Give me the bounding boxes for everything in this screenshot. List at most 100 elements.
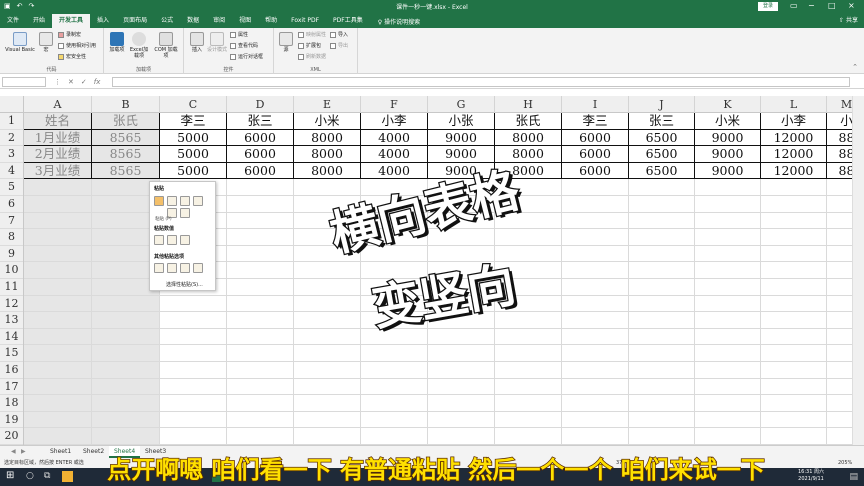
cell-j3[interactable]: 6500 [629,146,695,163]
cell-a14[interactable] [24,328,92,346]
cell-b12[interactable] [92,295,160,313]
column-header-b[interactable]: B [92,96,160,113]
cell-c19[interactable] [160,411,227,429]
cell-j13[interactable] [629,312,695,329]
cell-d1[interactable]: 张三 [227,113,294,130]
name-box[interactable] [2,77,46,87]
cell-k11[interactable] [695,278,761,296]
row-header-8[interactable]: 8 [0,229,23,246]
cell-h16[interactable] [495,361,562,379]
column-header-g[interactable]: G [428,96,495,113]
formula-input[interactable] [112,77,850,87]
cell-c2[interactable]: 5000 [160,129,227,147]
cancel-icon[interactable]: ✕ [68,76,74,88]
cell-c12[interactable] [160,295,227,313]
cell-e18[interactable] [294,395,361,412]
task-view-icon[interactable]: ⧉ [44,471,50,481]
cell-m4[interactable]: 88 [827,163,852,180]
cell-d12[interactable] [227,295,294,313]
row-header-19[interactable]: 19 [0,412,23,429]
cell-l3[interactable]: 12000 [761,146,827,163]
cell-g15[interactable] [428,345,495,362]
cell-a11[interactable] [24,278,92,296]
column-header-i[interactable]: I [562,96,629,113]
cell-l11[interactable] [761,278,827,296]
keep-source-formatting-icon[interactable] [193,196,203,206]
row-header-2[interactable]: 2 [0,130,23,147]
cell-d11[interactable] [227,278,294,296]
cell-g14[interactable] [428,328,495,346]
cell-m19[interactable] [827,412,852,429]
cell-i1[interactable]: 李三 [562,113,629,130]
row-header-10[interactable]: 10 [0,262,23,279]
column-header-e[interactable]: E [294,96,361,113]
cell-j9[interactable] [629,245,695,263]
cell-a9[interactable] [24,245,92,263]
cell-b2[interactable]: 8565 [92,129,160,147]
next-sheet-icon[interactable]: ▶ [16,446,31,458]
cell-m12[interactable] [827,296,852,313]
tell-me-search[interactable]: ♀ 操作说明搜索 [370,17,428,26]
cell-d17[interactable] [227,378,294,396]
cell-a6[interactable] [24,195,92,213]
cell-k7[interactable] [695,212,761,230]
visual-basic-button[interactable]: Visual Basic [4,32,36,53]
cell-k12[interactable] [695,295,761,313]
map-properties-button[interactable]: 映射属性 [298,31,326,38]
cell-f19[interactable] [361,411,428,429]
import-button[interactable]: 导入 [330,31,348,38]
run-dialog-button[interactable]: 运行对话框 [230,53,263,60]
cell-g2[interactable]: 9000 [428,129,495,147]
cell-i18[interactable] [562,395,629,412]
cell-d18[interactable] [227,395,294,412]
cell-a12[interactable] [24,295,92,313]
cell-k14[interactable] [695,328,761,346]
cell-b16[interactable] [92,361,160,379]
cell-c18[interactable] [160,395,227,412]
refresh-data-button[interactable]: 刷新数据 [298,53,326,60]
cell-h15[interactable] [495,345,562,362]
cell-m1[interactable]: 小 [827,113,852,130]
tab-formulas[interactable]: 公式 [154,14,180,28]
cell-e12[interactable] [294,295,361,313]
cell-e16[interactable] [294,361,361,379]
cell-k10[interactable] [695,262,761,279]
cell-e3[interactable]: 8000 [294,146,361,163]
column-header-j[interactable]: J [629,96,695,113]
cell-k20[interactable] [695,428,761,445]
cell-f16[interactable] [361,361,428,379]
login-button[interactable]: 登录 [758,2,778,11]
cell-m20[interactable] [827,428,852,445]
column-header-m[interactable]: M [827,96,852,113]
cell-a17[interactable] [24,378,92,396]
cell-m6[interactable] [827,196,852,213]
row-header-3[interactable]: 3 [0,146,23,163]
tab-home[interactable]: 开始 [26,14,52,28]
cell-l19[interactable] [761,411,827,429]
cell-l6[interactable] [761,195,827,213]
values-source-format-icon[interactable] [180,235,190,245]
cell-i19[interactable] [562,411,629,429]
column-header-c[interactable]: C [160,96,227,113]
macros-button[interactable]: 宏 [38,32,54,53]
cell-e1[interactable]: 小米 [294,113,361,130]
cell-j16[interactable] [629,361,695,379]
cell-e4[interactable]: 8000 [294,162,361,180]
paste-picture-icon[interactable] [180,263,190,273]
cell-c16[interactable] [160,361,227,379]
cell-j11[interactable] [629,278,695,296]
cell-d19[interactable] [227,411,294,429]
paste-formulas-number-format-icon[interactable] [180,196,190,206]
cell-j18[interactable] [629,395,695,412]
cell-l15[interactable] [761,345,827,362]
cell-e19[interactable] [294,411,361,429]
tab-insert[interactable]: 插入 [90,14,116,28]
cell-i3[interactable]: 6000 [562,146,629,163]
cell-m2[interactable]: 88 [827,130,852,147]
cell-a18[interactable] [24,395,92,412]
cell-i17[interactable] [562,378,629,396]
cell-f18[interactable] [361,395,428,412]
cell-a5[interactable] [24,179,92,196]
cell-m3[interactable]: 88 [827,146,852,163]
cell-a2[interactable]: 1月业绩 [24,129,92,147]
